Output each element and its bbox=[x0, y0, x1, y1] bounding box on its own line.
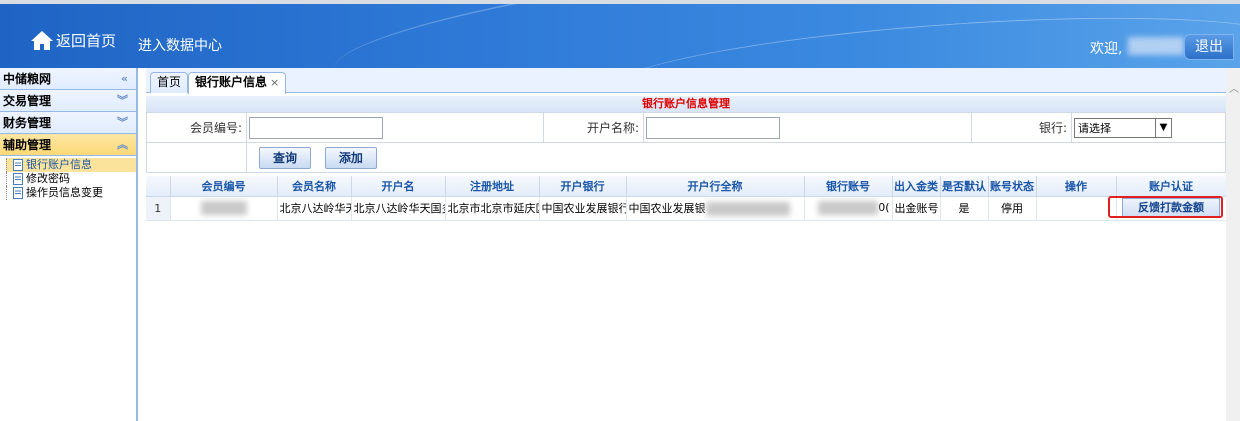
document-icon bbox=[13, 173, 23, 185]
column-header[interactable]: 开户银行 bbox=[539, 176, 627, 197]
bank-cell: 中国农业发展银行 bbox=[539, 196, 627, 221]
tree-item-bank-account[interactable]: 银行账户信息 bbox=[6, 158, 136, 172]
member-no-cell bbox=[246, 112, 544, 143]
data-center-link[interactable]: 进入数据中心 bbox=[138, 35, 222, 55]
column-header[interactable]: 注册地址 bbox=[445, 176, 540, 197]
document-icon bbox=[13, 159, 23, 171]
sidebar-item-label: 财务管理 bbox=[3, 116, 52, 130]
expand-icon[interactable]: ︾ bbox=[117, 90, 128, 112]
account-name-cell bbox=[643, 112, 972, 143]
bank-full-text: 中国农业发展银 bbox=[628, 202, 706, 215]
member-no-input[interactable] bbox=[249, 116, 383, 139]
sidebar-tree: 银行账户信息 修改密码 操作员信息变更 bbox=[0, 156, 136, 200]
tree-connector bbox=[6, 186, 7, 200]
add-button[interactable]: 添加 bbox=[324, 146, 377, 169]
account-name-cell: 北京八达岭华天国多 bbox=[351, 196, 446, 221]
sidebar-item-finance[interactable]: 财务管理 ︾ bbox=[0, 112, 136, 134]
account-no-cell: 0( bbox=[804, 196, 893, 221]
tab-label: 银行账户信息 bbox=[195, 75, 268, 89]
expand-icon[interactable]: ︾ bbox=[117, 112, 128, 134]
sidebar-item-trade[interactable]: 交易管理 ︾ bbox=[0, 90, 136, 112]
collapse-icon[interactable]: « bbox=[121, 68, 128, 90]
tree-item-change-password[interactable]: 修改密码 bbox=[6, 172, 136, 186]
type-cell: 出金账号 bbox=[892, 196, 941, 221]
chevron-down-icon[interactable]: ▼ bbox=[1155, 118, 1171, 137]
tab-bar: 首页 银行账户信息 × bbox=[146, 68, 1226, 94]
sidebar-item-label: 中储粮网 bbox=[3, 72, 52, 86]
bank-select-cell: 请选择 ▼ bbox=[1071, 112, 1226, 143]
table-header-row: 会员编号 会员名称 开户名 注册地址 开户银行 开户行全称 银行账号 出入金类 … bbox=[146, 176, 1227, 197]
redacted-bank-full bbox=[705, 202, 790, 216]
feedback-amount-button[interactable]: 反馈打款金额 bbox=[1122, 198, 1220, 218]
account-no-suffix: 0( bbox=[878, 201, 890, 214]
sidebar-item-zhongchuliang[interactable]: 中储粮网 « bbox=[0, 68, 136, 90]
tree-item-label: 银行账户信息 bbox=[26, 158, 92, 171]
tab-bank-account[interactable]: 银行账户信息 × bbox=[188, 72, 287, 94]
collapse-icon[interactable]: ︽ bbox=[117, 134, 128, 156]
member-name-cell: 北京八达岭华天 bbox=[277, 196, 352, 221]
column-header[interactable]: 开户行全称 bbox=[626, 176, 805, 197]
sidebar-item-label: 交易管理 bbox=[3, 94, 52, 108]
column-header[interactable]: 开户名 bbox=[351, 176, 446, 197]
sidebar-item-label: 辅助管理 bbox=[3, 138, 52, 152]
status-cell: 停用 bbox=[988, 196, 1037, 221]
tree-item-operator-change[interactable]: 操作员信息变更 bbox=[6, 186, 136, 200]
tree-connector bbox=[6, 172, 7, 186]
bank-full-cell: 中国农业发展银 bbox=[626, 196, 805, 221]
redacted-account-no bbox=[818, 201, 879, 215]
main-panel: 首页 银行账户信息 × 银行账户信息管理 会员编号: 开户名称: 银行: 请选择 … bbox=[146, 68, 1227, 421]
welcome-text: 欢迎, bbox=[1090, 41, 1123, 57]
default-cell: 是 bbox=[940, 196, 989, 221]
table-row[interactable]: 1 北京八达岭华天 北京八达岭华天国多 北京市北京市延庆区 中国农业发展银行 中… bbox=[146, 196, 1227, 221]
tree-connector bbox=[6, 158, 7, 172]
bank-select[interactable]: 请选择 ▼ bbox=[1074, 117, 1172, 138]
top-header: 返回首页 进入数据中心 欢迎, 退出 bbox=[0, 4, 1240, 68]
home-icon bbox=[31, 31, 53, 50]
column-header[interactable]: 操作 bbox=[1036, 176, 1117, 197]
member-no-cell bbox=[170, 196, 278, 221]
operation-cell bbox=[1036, 196, 1117, 221]
document-icon bbox=[13, 187, 23, 199]
account-name-label: 开户名称: bbox=[543, 112, 644, 143]
bank-select-value: 请选择 bbox=[1078, 121, 1111, 135]
account-table: 会员编号 会员名称 开户名 注册地址 开户银行 开户行全称 银行账号 出入金类 … bbox=[146, 176, 1227, 221]
search-form: 会员编号: 开户名称: 银行: 请选择 ▼ 查询 添加 bbox=[146, 112, 1226, 173]
tree-item-label: 操作员信息变更 bbox=[26, 186, 103, 199]
column-header[interactable]: 会员编号 bbox=[170, 176, 278, 197]
sidebar-item-auxiliary[interactable]: 辅助管理 ︽ bbox=[0, 134, 136, 156]
page-title: 银行账户信息管理 bbox=[146, 96, 1226, 112]
auth-cell: 反馈打款金额 bbox=[1116, 196, 1227, 221]
column-header[interactable]: 出入金类 bbox=[892, 176, 941, 197]
username-redacted bbox=[1128, 37, 1184, 55]
form-actions: 查询 添加 bbox=[246, 142, 1226, 173]
scroll-up-icon[interactable]: ︿ bbox=[1229, 80, 1239, 95]
column-header[interactable]: 银行账号 bbox=[804, 176, 893, 197]
row-number: 1 bbox=[146, 196, 171, 221]
home-link[interactable]: 返回首页 bbox=[30, 29, 116, 51]
address-cell: 北京市北京市延庆区 bbox=[445, 196, 540, 221]
home-link-label: 返回首页 bbox=[56, 31, 117, 50]
column-header[interactable]: 是否默认 bbox=[940, 176, 989, 197]
bank-label: 银行: bbox=[971, 112, 1072, 143]
empty-cell bbox=[146, 142, 247, 173]
query-button[interactable]: 查询 bbox=[259, 146, 312, 169]
redacted-member-no bbox=[200, 201, 247, 215]
column-header bbox=[146, 176, 171, 197]
column-header[interactable]: 账号状态 bbox=[988, 176, 1037, 197]
tab-home[interactable]: 首页 bbox=[150, 72, 189, 93]
vertical-scrollbar[interactable]: ︿ bbox=[1226, 68, 1240, 421]
sidebar: 中储粮网 « 交易管理 ︾ 财务管理 ︾ 辅助管理 ︽ 银行账户信息 修改密码 bbox=[0, 68, 138, 421]
account-name-input[interactable] bbox=[646, 116, 780, 139]
logout-button[interactable]: 退出 bbox=[1184, 34, 1234, 60]
close-icon[interactable]: × bbox=[270, 76, 279, 89]
column-header[interactable]: 会员名称 bbox=[277, 176, 352, 197]
tree-item-label: 修改密码 bbox=[26, 172, 70, 185]
column-header[interactable]: 账户认证 bbox=[1116, 176, 1227, 197]
member-no-label: 会员编号: bbox=[146, 112, 247, 143]
